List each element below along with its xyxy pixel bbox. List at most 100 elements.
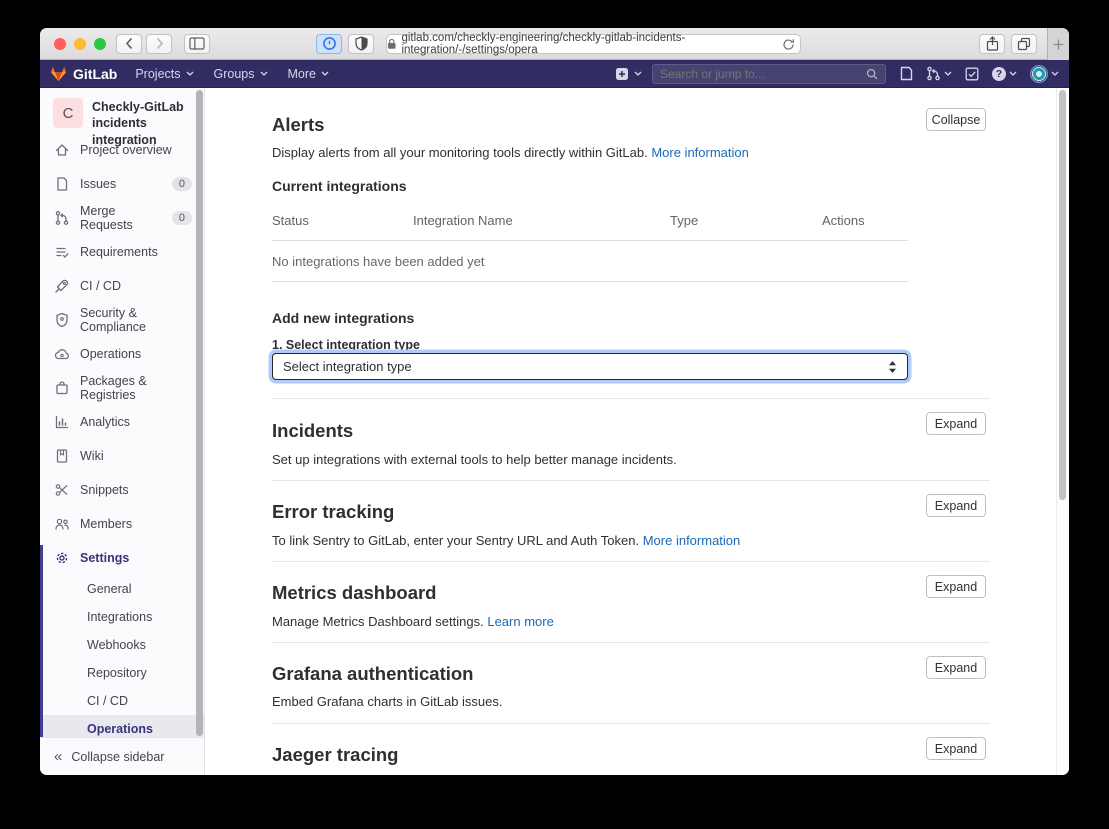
book-icon <box>54 448 70 464</box>
alerts-section-title: Alerts <box>272 114 324 136</box>
issues-icon <box>54 176 70 192</box>
sidebar-item-packages[interactable]: Packages & Registries <box>40 371 204 405</box>
sidebar-item-label: Analytics <box>80 415 130 429</box>
incidents-expand-button[interactable]: Expand <box>926 412 986 435</box>
sidebar-item-ci-cd[interactable]: CI / CD <box>40 269 204 303</box>
column-header-integration-name: Integration Name <box>413 213 513 228</box>
issues-dashboard-button[interactable] <box>900 66 913 81</box>
reload-icon <box>782 38 795 51</box>
zoom-window-button[interactable] <box>94 38 106 50</box>
shield-icon <box>54 312 70 328</box>
sidebar-scrollbar[interactable] <box>196 90 203 736</box>
sidebar-item-label: Security & Compliance <box>80 306 204 334</box>
nav-more[interactable]: More <box>288 67 329 81</box>
forward-chevron-icon <box>155 37 164 50</box>
sidebar-toggle-button[interactable] <box>184 34 210 54</box>
grafana-section-title: Grafana authentication <box>272 663 473 685</box>
nav-projects[interactable]: Projects <box>135 67 193 81</box>
merge-requests-button[interactable] <box>926 66 952 81</box>
share-button[interactable] <box>979 34 1005 54</box>
subnav-label: Webhooks <box>87 638 146 652</box>
merge-request-icon <box>54 210 70 226</box>
shield-icon <box>355 36 368 51</box>
grafana-description: Embed Grafana charts in GitLab issues. <box>272 694 503 709</box>
traffic-lights <box>54 38 106 50</box>
help-menu-button[interactable]: ? <box>992 67 1017 81</box>
todos-button[interactable] <box>965 67 979 81</box>
sidebar-item-analytics[interactable]: Analytics <box>40 405 204 439</box>
error-tracking-more-information-link[interactable]: More information <box>643 533 741 548</box>
background-window-new-tab[interactable] <box>1047 28 1069 60</box>
gitlab-logo[interactable]: GitLab <box>50 66 117 82</box>
grafana-expand-button[interactable]: Expand <box>926 656 986 679</box>
sidebar-item-members[interactable]: Members <box>40 507 204 541</box>
chevron-down-icon <box>186 71 194 76</box>
chevron-down-icon <box>634 71 642 76</box>
collapse-sidebar-button[interactable]: « Collapse sidebar <box>40 737 204 775</box>
tab-overview-button[interactable] <box>1011 34 1037 54</box>
project-sidebar: C Checkly-GitLab incidents integration P… <box>40 88 205 775</box>
section-divider <box>272 480 990 481</box>
sidebar-item-snippets[interactable]: Snippets <box>40 473 204 507</box>
settings-sub-webhooks[interactable]: Webhooks <box>40 631 204 659</box>
alerts-more-information-link[interactable]: More information <box>651 145 749 160</box>
sidebar-item-issues[interactable]: Issues 0 <box>40 167 204 201</box>
integration-type-select[interactable]: Select integration type <box>272 353 908 380</box>
search-icon <box>866 68 878 80</box>
reload-button[interactable] <box>782 38 795 51</box>
section-divider <box>272 398 990 399</box>
tab-overview-icon <box>1017 37 1031 51</box>
settings-sub-general[interactable]: General <box>40 575 204 603</box>
forward-button[interactable] <box>146 34 172 54</box>
jaeger-expand-button[interactable]: Expand <box>926 737 986 760</box>
shield-extension-button[interactable] <box>348 34 374 54</box>
project-header[interactable]: C Checkly-GitLab incidents integration <box>40 88 204 133</box>
user-menu-button[interactable] <box>1030 65 1059 83</box>
subnav-label: Repository <box>87 666 147 680</box>
sidebar-item-label: Packages & Registries <box>80 374 204 402</box>
nav-groups-label: Groups <box>214 67 255 81</box>
metrics-dashboard-expand-button[interactable]: Expand <box>926 575 986 598</box>
settings-sub-repository[interactable]: Repository <box>40 659 204 687</box>
sidebar-item-merge-requests[interactable]: Merge Requests 0 <box>40 201 204 235</box>
help-icon: ? <box>992 67 1006 81</box>
metrics-dashboard-learn-more-link[interactable]: Learn more <box>487 614 553 629</box>
sidebar-item-requirements[interactable]: Requirements <box>40 235 204 269</box>
error-tracking-expand-button[interactable]: Expand <box>926 494 986 517</box>
sidebar-item-security[interactable]: Security & Compliance <box>40 303 204 337</box>
metrics-dashboard-description-text: Manage Metrics Dashboard settings. <box>272 614 484 629</box>
user-avatar <box>1030 65 1048 83</box>
sidebar-item-wiki[interactable]: Wiki <box>40 439 204 473</box>
sidebar-item-operations[interactable]: Operations <box>40 337 204 371</box>
address-bar[interactable]: gitlab.com/checkly-engineering/checkly-g… <box>386 34 801 54</box>
cloud-icon <box>54 346 70 362</box>
empty-table-message: No integrations have been added yet <box>272 254 485 269</box>
project-avatar: C <box>53 98 83 128</box>
nav-groups[interactable]: Groups <box>214 67 268 81</box>
table-divider <box>272 240 908 241</box>
minimize-window-button[interactable] <box>74 38 86 50</box>
alerts-collapse-button[interactable]: Collapse <box>926 108 986 131</box>
subnav-label: General <box>87 582 131 596</box>
current-integrations-heading: Current integrations <box>272 178 407 194</box>
project-name: Checkly-GitLab incidents integration <box>92 98 196 129</box>
metrics-dashboard-section-title: Metrics dashboard <box>272 582 437 604</box>
sidebar-item-settings[interactable]: Settings <box>40 541 204 575</box>
global-search[interactable] <box>652 64 886 84</box>
close-window-button[interactable] <box>54 38 66 50</box>
tanuki-icon <box>50 66 67 82</box>
subnav-label: Operations <box>87 722 153 736</box>
sidebar-item-label: Settings <box>80 551 129 565</box>
password-manager-extension-button[interactable] <box>316 34 342 54</box>
settings-sub-ci-cd[interactable]: CI / CD <box>40 687 204 715</box>
new-menu-button[interactable] <box>615 67 642 81</box>
home-icon <box>54 142 70 158</box>
search-input[interactable] <box>660 67 866 81</box>
settings-sub-integrations[interactable]: Integrations <box>40 603 204 631</box>
collapse-sidebar-label: Collapse sidebar <box>71 750 164 764</box>
plus-square-icon <box>615 67 629 81</box>
page-scrollbar[interactable] <box>1059 90 1066 500</box>
chevron-down-icon <box>944 71 952 76</box>
back-button[interactable] <box>116 34 142 54</box>
jaeger-section-title: Jaeger tracing <box>272 744 398 766</box>
